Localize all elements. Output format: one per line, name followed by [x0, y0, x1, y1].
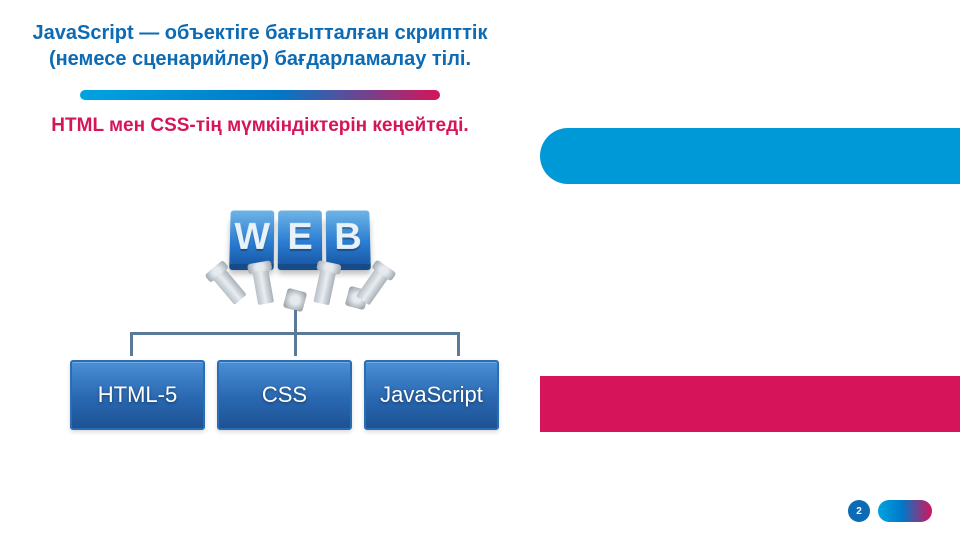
web-letter: B [326, 211, 371, 264]
tech-box-html: HTML-5 [70, 360, 205, 430]
page-footer: 2 [848, 500, 932, 522]
page-pill-decoration [878, 500, 932, 522]
web-tech-diagram: W E B HTML-5 CSS JavaScript [70, 210, 520, 480]
bolts-decoration [215, 268, 385, 310]
heading-secondary: HTML мен CSS-тің мүмкіндіктерін кеңейтед… [30, 114, 490, 139]
web-letter: W [229, 211, 274, 264]
web-letter: E [278, 211, 322, 264]
tech-box-css: CSS [217, 360, 352, 430]
decorative-bar-blue [540, 128, 960, 184]
tech-box-js: JavaScript [364, 360, 499, 430]
heading-primary: JavaScript — объектіге бағытталған скрип… [30, 20, 490, 72]
decorative-bar-pink [540, 376, 960, 432]
page-number-badge: 2 [848, 500, 870, 522]
divider-bar [80, 90, 440, 100]
